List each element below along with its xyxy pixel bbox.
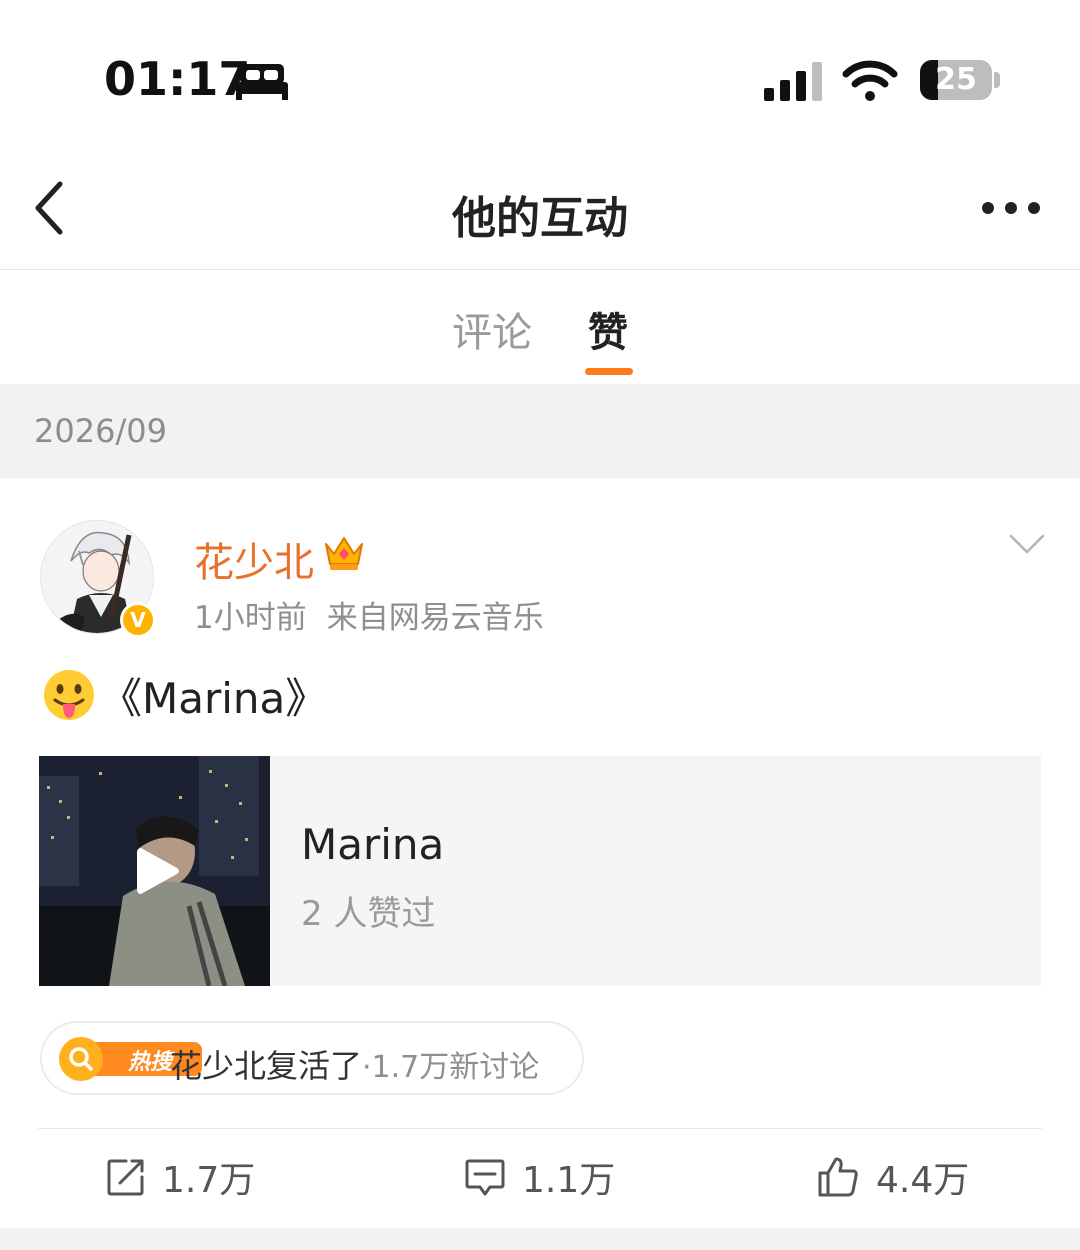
sleep-focus-icon (236, 64, 288, 100)
battery-cap (994, 72, 1000, 88)
comment-count: 1.1万 (522, 1160, 616, 1201)
tab-comments[interactable]: 评论 (452, 300, 532, 358)
like-button[interactable]: 4.4万 (816, 1150, 969, 1204)
post-text: 《Marina》 (42, 668, 327, 723)
like-count: 4.4万 (876, 1160, 970, 1201)
repost-count: 1.7万 (162, 1160, 256, 1201)
verified-badge: V (120, 602, 156, 638)
more-dots-icon[interactable] (978, 198, 1044, 218)
hot-search-count: ·1.7万新讨论 (362, 1050, 540, 1085)
date-section-header: 2026/09 (0, 384, 1080, 478)
battery-icon: 25 (920, 60, 992, 100)
next-item-separator (0, 1228, 1080, 1250)
divider (38, 1128, 1042, 1129)
post-meta: 1小时前 来自网易云音乐 (194, 592, 544, 637)
song-title: Marina (301, 820, 445, 869)
active-tab-indicator (585, 368, 633, 375)
music-cover[interactable] (39, 756, 270, 986)
tongue-out-emoji-icon (44, 670, 94, 720)
hot-search-tag[interactable]: 热搜 花少北复活了·1.7万新讨论 (40, 1021, 584, 1095)
wifi-icon (842, 60, 898, 101)
post-body: 《Marina》 (100, 673, 328, 723)
navigation-bar: 他的互动 (0, 150, 1080, 270)
thumbs-up-icon (818, 1157, 858, 1197)
status-bar: 01:17 25 (0, 0, 1080, 150)
tab-bar: 评论 赞 (0, 270, 1080, 384)
date-label: 2026/09 (34, 412, 167, 450)
post-time: 1小时前 (194, 600, 307, 636)
status-time: 01:17 (104, 52, 251, 106)
page-title: 他的互动 (452, 193, 628, 244)
play-icon[interactable] (135, 844, 181, 898)
repost-button[interactable]: 1.7万 (106, 1150, 255, 1204)
author-name[interactable]: 花少北 (194, 530, 314, 588)
post-source: 来自网易云音乐 (326, 600, 544, 636)
song-like-count: 2 人赞过 (301, 894, 436, 934)
hot-search-topic: 花少北复活了 (170, 1047, 363, 1085)
hot-search-text: 花少北复活了·1.7万新讨论 (170, 1041, 539, 1087)
crown-icon (325, 537, 363, 570)
hot-search-badge-label: 热搜 (127, 1050, 175, 1075)
tab-likes[interactable]: 赞 (588, 300, 628, 358)
repost-icon (107, 1159, 144, 1196)
cellular-signal-icon (764, 62, 822, 101)
music-card[interactable]: Marina 2 人赞过 (39, 756, 1041, 986)
comment-icon (465, 1159, 505, 1196)
comment-button[interactable]: 1.1万 (464, 1150, 615, 1204)
battery-percent: 25 (935, 62, 977, 97)
chevron-down-icon[interactable] (1008, 532, 1046, 556)
